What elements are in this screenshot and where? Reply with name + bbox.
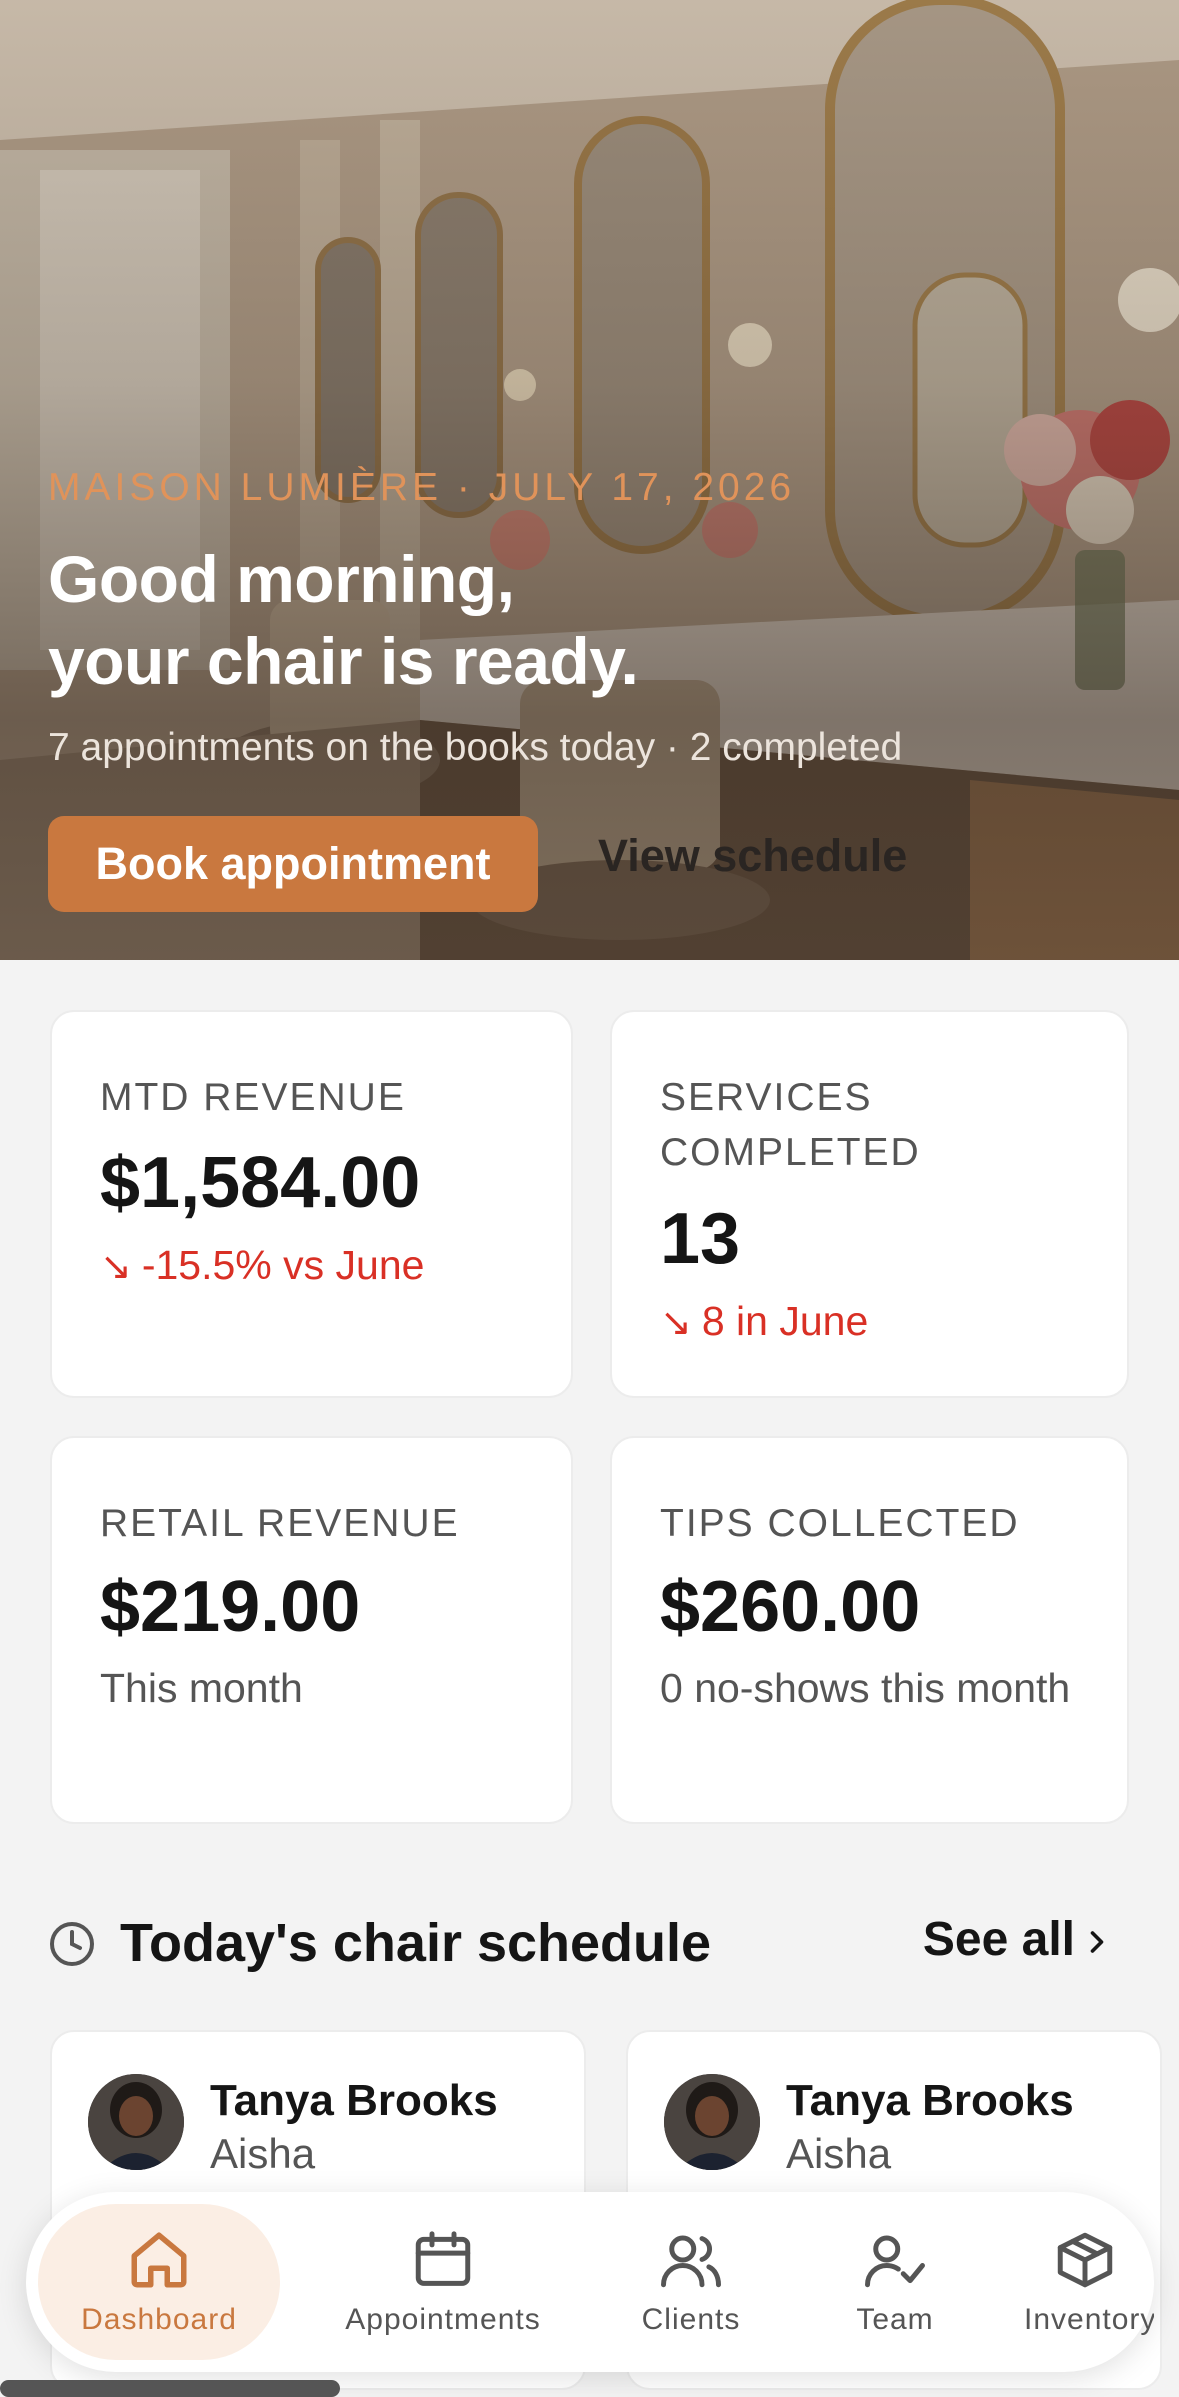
bottom-tab-bar: Dashboard Appointments Clients Team Inve… bbox=[26, 2192, 1154, 2372]
users-icon bbox=[661, 2235, 721, 2288]
mtd-revenue-card[interactable]: MTD REVENUE $1,584.00 ↘ -15.5% vs June bbox=[50, 1010, 573, 1398]
chevron-right-icon[interactable] bbox=[1079, 1924, 1115, 1960]
view-schedule-link[interactable]: View schedule bbox=[598, 830, 907, 882]
client-name: Tanya Brooks bbox=[210, 2076, 498, 2125]
services-completed-card[interactable]: SERVICES COMPLETED 13 ↘ 8 in June bbox=[610, 1010, 1129, 1398]
user-check-icon bbox=[865, 2235, 925, 2288]
tab-clients[interactable]: Clients bbox=[596, 2204, 786, 2360]
stat-label: TIPS COLLECTED bbox=[660, 1502, 1020, 1545]
retail-revenue-card[interactable]: RETAIL REVENUE $219.00 This month bbox=[50, 1436, 573, 1824]
headline-line-1: Good morning, bbox=[48, 542, 515, 616]
schedule-header: Today's chair schedule See all bbox=[48, 1908, 1131, 1978]
book-appointment-button[interactable]: Book appointment bbox=[48, 816, 538, 912]
headline-line-2: your chair is ready. bbox=[48, 624, 639, 698]
home-icon bbox=[131, 2232, 187, 2288]
avatar bbox=[664, 2074, 760, 2170]
stat-value: $219.00 bbox=[100, 1567, 361, 1647]
tab-dashboard[interactable]: Dashboard bbox=[38, 2204, 280, 2360]
stat-delta-text: -15.5% vs June bbox=[141, 1242, 425, 1288]
appointments-summary: 7 appointments on the books today · 2 co… bbox=[48, 726, 903, 769]
trend-down-icon: ↘ bbox=[660, 1302, 692, 1344]
stat-note: This month bbox=[100, 1665, 303, 1711]
stat-label: MTD REVENUE bbox=[100, 1076, 406, 1119]
stylist-name: Aisha bbox=[786, 2130, 892, 2177]
tab-team[interactable]: Team bbox=[800, 2204, 990, 2360]
stylist-name: Aisha bbox=[210, 2130, 316, 2177]
tab-label: Dashboard bbox=[81, 2303, 237, 2336]
calendar-icon bbox=[415, 2231, 471, 2286]
tab-label: Clients bbox=[641, 2303, 741, 2336]
tips-collected-card[interactable]: TIPS COLLECTED $260.00 0 no-shows this m… bbox=[610, 1436, 1129, 1824]
greeting-headline: Good morning, your chair is ready. bbox=[48, 538, 639, 702]
hero-banner: MAISON LUMIÈRE · JULY 17, 2026 Good morn… bbox=[0, 0, 1179, 960]
home-indicator bbox=[0, 2380, 340, 2397]
stat-value: $260.00 bbox=[660, 1567, 921, 1647]
salon-date-eyebrow: MAISON LUMIÈRE · JULY 17, 2026 bbox=[48, 466, 796, 509]
tab-label: Inventory bbox=[1024, 2303, 1154, 2336]
stat-value: $1,584.00 bbox=[100, 1143, 421, 1223]
tab-inventory[interactable]: Inventory bbox=[1008, 2204, 1154, 2360]
stat-label: SERVICES COMPLETED bbox=[660, 1076, 921, 1174]
stat-label: RETAIL REVENUE bbox=[100, 1502, 460, 1545]
schedule-title: Today's chair schedule bbox=[120, 1913, 712, 1973]
trend-down-icon: ↘ bbox=[100, 1246, 132, 1288]
stat-delta-text: 8 in June bbox=[701, 1298, 869, 1344]
box-icon bbox=[1057, 2232, 1113, 2288]
stat-delta: ↘ -15.5% vs June bbox=[100, 1242, 424, 1289]
clock-icon bbox=[50, 1922, 94, 1966]
see-all-link[interactable]: See all bbox=[923, 1912, 1075, 1967]
avatar bbox=[88, 2074, 184, 2170]
stat-delta: ↘ 8 in June bbox=[660, 1298, 868, 1345]
stat-note: 0 no-shows this month bbox=[660, 1665, 1071, 1711]
tab-appointments[interactable]: Appointments bbox=[308, 2204, 578, 2360]
tab-label: Team bbox=[856, 2303, 934, 2336]
client-name: Tanya Brooks bbox=[786, 2076, 1074, 2125]
stat-value: 13 bbox=[660, 1199, 741, 1279]
tab-label: Appointments bbox=[345, 2303, 541, 2336]
